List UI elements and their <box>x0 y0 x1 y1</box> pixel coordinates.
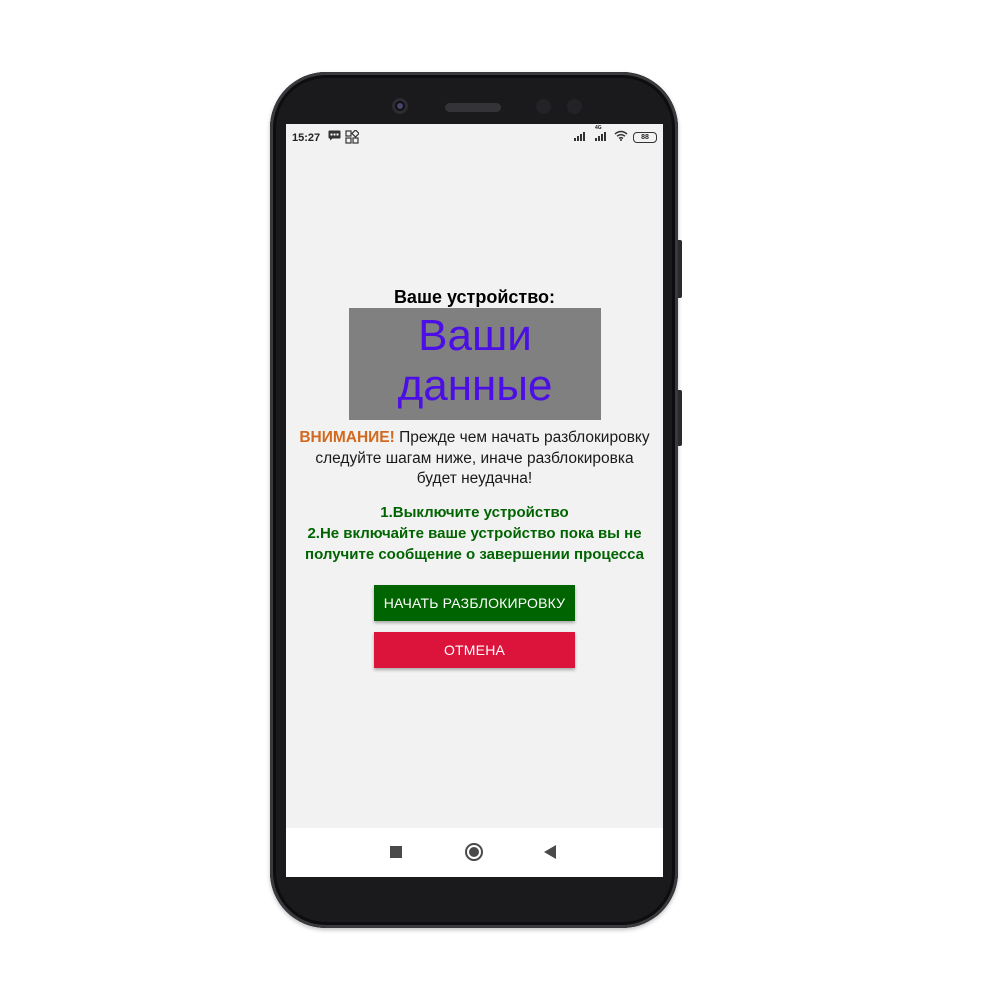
power-button <box>678 390 682 446</box>
warning-label: ВНИМАНИЕ! <box>299 429 395 446</box>
start-unlock-button[interactable]: НАЧАТЬ РАЗБЛОКИРОВКУ <box>374 585 575 621</box>
qr-app-icon <box>345 129 360 147</box>
signal-4g-icon: 4G <box>593 125 609 144</box>
network-type-label: 4G <box>595 124 602 131</box>
screen: 15:27 4G 88 Ваше устройство: Ваши данные… <box>286 124 663 877</box>
back-triangle-icon[interactable] <box>544 845 556 859</box>
earpiece-speaker <box>445 103 501 112</box>
cancel-button[interactable]: ОТМЕНА <box>374 632 575 668</box>
volume-button <box>678 240 682 298</box>
front-camera-icon <box>392 98 408 114</box>
warning-message: ВНИМАНИЕ! Прежде чем начать разблокировк… <box>296 428 653 490</box>
status-left-icons <box>328 129 360 147</box>
status-right-icons: 4G 88 <box>574 125 657 144</box>
step-2: 2.Не включайте ваше устройство пока вы н… <box>305 525 644 563</box>
status-bar: 15:27 4G 88 <box>286 124 663 152</box>
battery-icon: 88 <box>633 131 657 143</box>
message-icon <box>328 130 341 147</box>
phone-frame: 15:27 4G 88 Ваше устройство: Ваши данные… <box>270 72 682 928</box>
data-box-line2: данные <box>397 361 553 410</box>
signal-icon <box>574 131 588 144</box>
status-time: 15:27 <box>292 132 321 144</box>
navigation-bar <box>286 828 663 877</box>
step-1: 1.Выключите устройство <box>380 504 569 521</box>
recents-square-icon[interactable] <box>390 846 402 858</box>
home-circle-icon[interactable] <box>465 843 483 861</box>
data-box-line1: Ваши <box>418 311 532 360</box>
steps-list: 1.Выключите устройство 2.Не включайте ва… <box>290 502 659 565</box>
sensor-dot-1 <box>536 99 551 114</box>
sensor-dot-2 <box>567 99 582 114</box>
wifi-icon <box>614 130 628 144</box>
device-data-box: Ваши данные <box>349 308 601 420</box>
device-heading: Ваше устройство: <box>393 287 556 307</box>
